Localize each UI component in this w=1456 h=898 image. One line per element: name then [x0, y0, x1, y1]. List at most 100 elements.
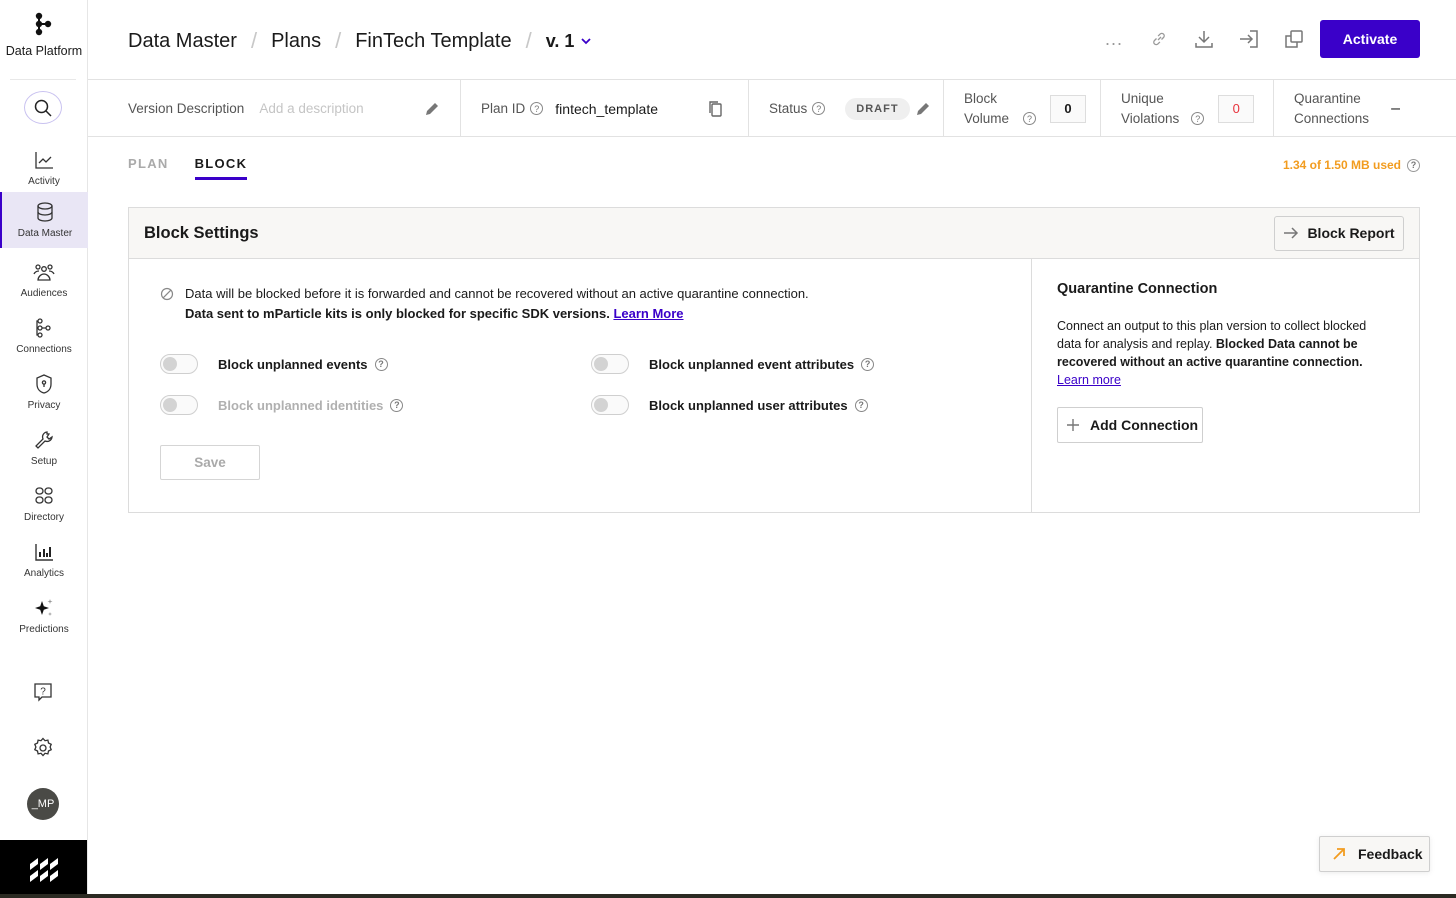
help-icon[interactable]: ?: [1191, 112, 1205, 125]
help-icon[interactable]: ?: [530, 102, 544, 115]
block-notice: Data will be blocked before it is forwar…: [160, 284, 809, 324]
activity-chart-icon: [35, 152, 53, 169]
more-options-icon[interactable]: ...: [1102, 27, 1126, 51]
block-unplanned-events-toggle[interactable]: [160, 354, 198, 374]
sidebar-item-privacy[interactable]: Privacy: [0, 364, 88, 420]
feedback-button[interactable]: Feedback: [1319, 836, 1430, 872]
unique-violations-label-line2: Violations: [1121, 110, 1180, 126]
avatar[interactable]: _MP: [27, 788, 59, 820]
notice-line1: Data will be blocked before it is forwar…: [185, 286, 809, 301]
sidebar-item-label: Setup: [30, 456, 58, 467]
sidebar-item-audiences[interactable]: Audiences: [0, 252, 88, 308]
toggle-label: Block unplanned identities: [218, 397, 384, 413]
sidebar-item-activity[interactable]: Activity: [0, 140, 88, 196]
status-label: Status: [769, 101, 808, 116]
pencil-edit-icon[interactable]: [914, 100, 932, 118]
sparkle-icon: [35, 599, 53, 616]
search-button[interactable]: [24, 91, 62, 124]
toggle-label: Block unplanned user attributes: [649, 397, 848, 413]
download-icon[interactable]: [1192, 27, 1216, 51]
help-icon[interactable]: ?: [861, 357, 875, 371]
quarantine-label-line1: Quarantine: [1294, 90, 1361, 106]
block-unplanned-event-attributes-toggle[interactable]: [591, 354, 629, 374]
block-volume-label-line2: Volume: [964, 110, 1010, 126]
audiences-icon: [33, 264, 55, 281]
toggle-label: Block unplanned event attributes: [649, 356, 855, 372]
block-settings-header: Block Settings Block Report: [129, 208, 1419, 259]
toggle-row-unplanned-user-attributes: Block unplanned user attributes ?: [591, 395, 868, 415]
help-icon[interactable]: ?: [854, 398, 868, 412]
sidebar-item-label: Data Master: [17, 228, 73, 239]
quarantine-connections-label: Quarantine Connections: [1294, 89, 1369, 129]
sidebar-item-label: Connections: [16, 344, 72, 355]
activate-button[interactable]: Activate: [1320, 20, 1420, 58]
sidebar-item-directory[interactable]: Directory: [0, 476, 88, 532]
svg-text:?: ?: [40, 687, 46, 698]
sidebar-item-connections[interactable]: Connections: [0, 308, 88, 364]
breadcrumb-data-master[interactable]: Data Master: [128, 30, 237, 53]
tab-block[interactable]: BLOCK: [194, 156, 248, 180]
version-dropdown[interactable]: v. 1: [546, 31, 593, 52]
help-icon[interactable]: ?: [812, 102, 826, 115]
mparticle-logo[interactable]: [0, 840, 87, 898]
block-unplanned-identities-toggle[interactable]: [160, 395, 198, 415]
breadcrumb-separator: /: [525, 28, 532, 53]
quarantine-connection-text: Connect an output to this plan version t…: [1057, 317, 1367, 389]
block-unplanned-user-attributes-toggle[interactable]: [591, 395, 629, 415]
help-icon[interactable]: ?: [390, 398, 404, 412]
sidebar-item-setup[interactable]: Setup: [0, 420, 88, 476]
version-label: v. 1: [545, 30, 575, 51]
gear-icon[interactable]: [31, 736, 55, 760]
breadcrumb-plans[interactable]: Plans: [271, 30, 321, 53]
quarantine-connection-panel: Quarantine Connection Connect an output …: [1032, 259, 1419, 512]
help-icon[interactable]: ?: [1023, 112, 1037, 125]
sidebar-item-analytics[interactable]: Analytics: [0, 532, 88, 588]
save-button[interactable]: Save: [160, 445, 260, 480]
status-cell: Status ? DRAFT: [749, 80, 944, 137]
arrow-right-icon: [1284, 227, 1299, 239]
bar-chart-icon: [35, 544, 53, 561]
sidebar-item-label: Activity: [28, 176, 60, 187]
help-icon[interactable]: ?: [1407, 158, 1420, 172]
block-settings-body: Data will be blocked before it is forwar…: [129, 259, 1419, 512]
bottom-edge: [0, 894, 1456, 898]
breadcrumb-plan-name[interactable]: FinTech Template: [355, 30, 511, 53]
notice-line2: Data sent to mParticle kits is only bloc…: [185, 306, 610, 321]
sidebar-item-label: Directory: [23, 512, 64, 523]
app: Data Platform Activity Data Master Audie…: [0, 0, 1456, 898]
pencil-edit-icon[interactable]: [423, 100, 441, 118]
sidebar: Data Platform Activity Data Master Audie…: [0, 0, 88, 898]
add-connection-label: Add Connection: [1090, 417, 1199, 433]
learn-more-link[interactable]: Learn More: [613, 306, 683, 321]
wrench-icon: [35, 431, 53, 449]
duplicate-icon[interactable]: [1282, 27, 1306, 51]
sidebar-item-predictions[interactable]: Predictions: [0, 588, 88, 644]
unique-violations-label: Unique Violations: [1121, 89, 1179, 129]
add-connection-button[interactable]: Add Connection: [1057, 407, 1203, 443]
block-volume-cell: Block Volume ? 0: [944, 80, 1101, 137]
quarantine-connection-title: Quarantine Connection: [1057, 281, 1218, 297]
storage-usage-text: 1.34 of 1.50 MB used: [1282, 158, 1401, 172]
breadcrumb-separator: /: [250, 28, 258, 53]
version-description-label: Version Description: [128, 101, 245, 116]
breadcrumb: Data Master / Plans / FinTech Template /…: [128, 28, 592, 54]
version-description-input[interactable]: [259, 101, 410, 116]
help-icon[interactable]: ?: [374, 357, 388, 371]
sidebar-item-data-master[interactable]: Data Master: [0, 192, 88, 248]
sidebar-item-label: Analytics: [23, 568, 64, 579]
tab-plan[interactable]: PLAN: [128, 156, 169, 180]
brand[interactable]: Data Platform: [0, 12, 88, 60]
blocked-circle-icon: [160, 287, 174, 301]
toggle-row-unplanned-events: Block unplanned events ?: [160, 354, 388, 374]
link-icon[interactable]: [1147, 27, 1171, 51]
plan-meta-bar: Version Description Plan ID ? fintech_te…: [88, 80, 1456, 137]
arrow-up-right-icon: [1333, 848, 1345, 860]
import-icon[interactable]: [1237, 27, 1261, 51]
copy-icon[interactable]: [708, 100, 724, 118]
quarantine-learn-more-link[interactable]: Learn more: [1057, 373, 1121, 387]
unique-violations-cell: Unique Violations ? 0: [1101, 80, 1274, 137]
quarantine-connections-cell: Quarantine Connections –: [1274, 80, 1456, 137]
block-report-button[interactable]: Block Report: [1274, 215, 1404, 251]
help-chat-icon[interactable]: ?: [31, 680, 55, 704]
shield-icon: [36, 374, 52, 394]
